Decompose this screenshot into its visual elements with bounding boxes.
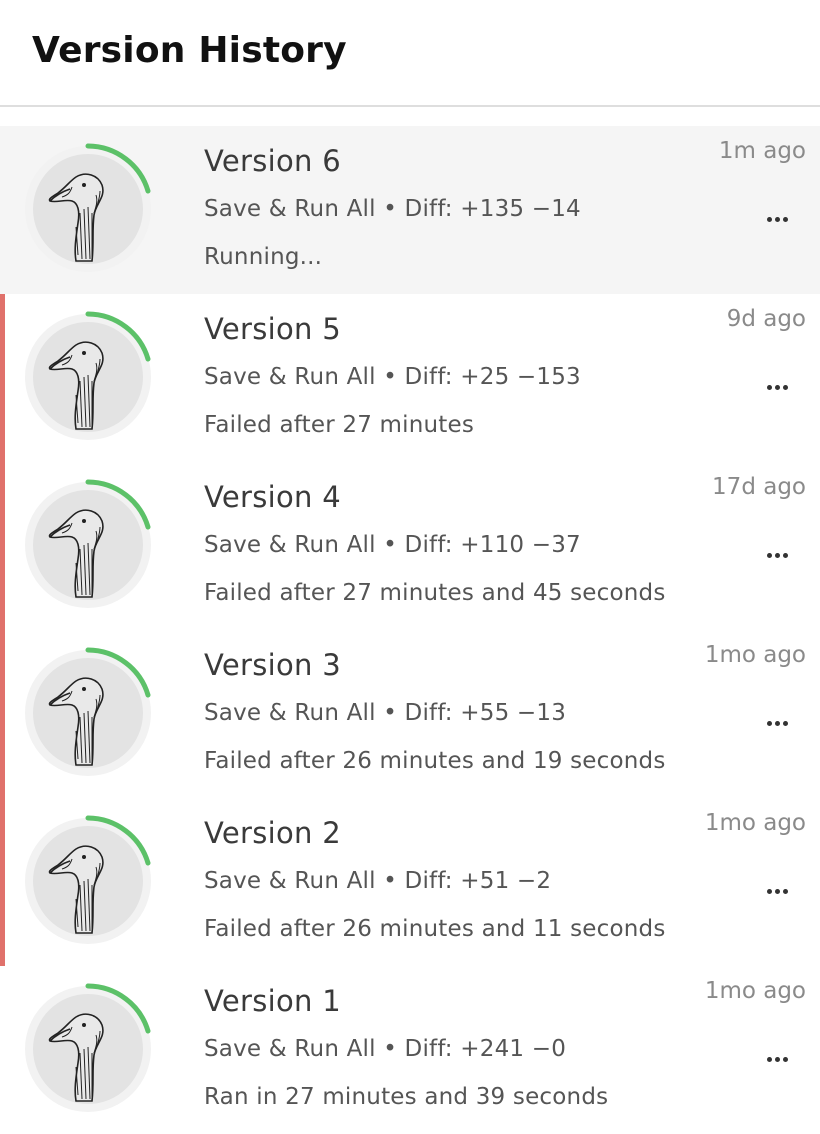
version-title[interactable]: Version 2 (204, 816, 341, 850)
version-row[interactable]: Version 5 Save & Run All • Diff: +25 −153… (0, 294, 820, 462)
avatar (22, 479, 154, 611)
more-options-icon (765, 888, 789, 894)
version-status: Failed after 27 minutes and 45 seconds (204, 580, 666, 606)
more-options-icon (765, 384, 789, 390)
version-row[interactable]: Version 1 Save & Run All • Diff: +241 −0 R… (0, 966, 820, 1134)
version-title[interactable]: Version 4 (204, 480, 341, 514)
more-options-button[interactable] (762, 540, 792, 570)
header: Version History (0, 0, 820, 107)
version-title[interactable]: Version 5 (204, 312, 341, 346)
more-options-button[interactable] (762, 204, 792, 234)
version-meta: Save & Run All • Diff: +241 −0 (204, 1036, 567, 1062)
time-ago: 9d ago (726, 306, 806, 332)
more-options-icon (765, 720, 789, 726)
more-options-icon (765, 552, 789, 558)
time-ago: 1m ago (718, 138, 806, 164)
version-row[interactable]: Version 3 Save & Run All • Diff: +55 −13 F… (0, 630, 820, 798)
more-options-button[interactable] (762, 1044, 792, 1074)
version-list: Version 6 Save & Run All • Diff: +135 −14… (0, 126, 820, 1134)
more-options-button[interactable] (762, 372, 792, 402)
version-title[interactable]: Version 3 (204, 648, 341, 682)
version-title[interactable]: Version 1 (204, 984, 341, 1018)
version-meta: Save & Run All • Diff: +25 −153 (204, 364, 581, 390)
version-meta: Save & Run All • Diff: +135 −14 (204, 196, 581, 222)
version-title[interactable]: Version 6 (204, 144, 341, 178)
version-meta: Save & Run All • Diff: +55 −13 (204, 700, 567, 726)
version-status: Ran in 27 minutes and 39 seconds (204, 1084, 609, 1110)
version-status: Failed after 26 minutes and 19 seconds (204, 748, 666, 774)
version-meta: Save & Run All • Diff: +110 −37 (204, 532, 581, 558)
time-ago: 1mo ago (704, 978, 806, 1004)
goose-avatar-icon (25, 983, 151, 1112)
time-ago: 1mo ago (704, 810, 806, 836)
more-options-icon (765, 216, 789, 222)
more-options-button[interactable] (762, 708, 792, 738)
avatar (22, 647, 154, 779)
more-options-icon (765, 1056, 789, 1062)
more-options-button[interactable] (762, 876, 792, 906)
time-ago: 17d ago (712, 474, 806, 500)
avatar (22, 311, 154, 443)
time-ago: 1mo ago (704, 642, 806, 668)
avatar (22, 983, 154, 1115)
failed-indicator (0, 462, 5, 630)
failed-indicator (0, 798, 5, 966)
failed-indicator (0, 630, 5, 798)
avatar (22, 815, 154, 947)
goose-avatar-icon (25, 647, 151, 776)
version-status: Failed after 26 minutes and 11 seconds (204, 916, 666, 942)
version-row[interactable]: Version 4 Save & Run All • Diff: +110 −37… (0, 462, 820, 630)
page-title: Version History (32, 30, 347, 71)
version-meta: Save & Run All • Diff: +51 −2 (204, 868, 552, 894)
goose-avatar-icon (25, 311, 151, 440)
goose-avatar-icon (25, 143, 151, 272)
version-row[interactable]: Version 2 Save & Run All • Diff: +51 −2 Fa… (0, 798, 820, 966)
version-status: Running... (204, 244, 323, 270)
avatar (22, 143, 154, 275)
version-row[interactable]: Version 6 Save & Run All • Diff: +135 −14… (0, 126, 820, 294)
goose-avatar-icon (25, 815, 151, 944)
failed-indicator (0, 294, 5, 462)
version-status: Failed after 27 minutes (204, 412, 475, 438)
goose-avatar-icon (25, 479, 151, 608)
